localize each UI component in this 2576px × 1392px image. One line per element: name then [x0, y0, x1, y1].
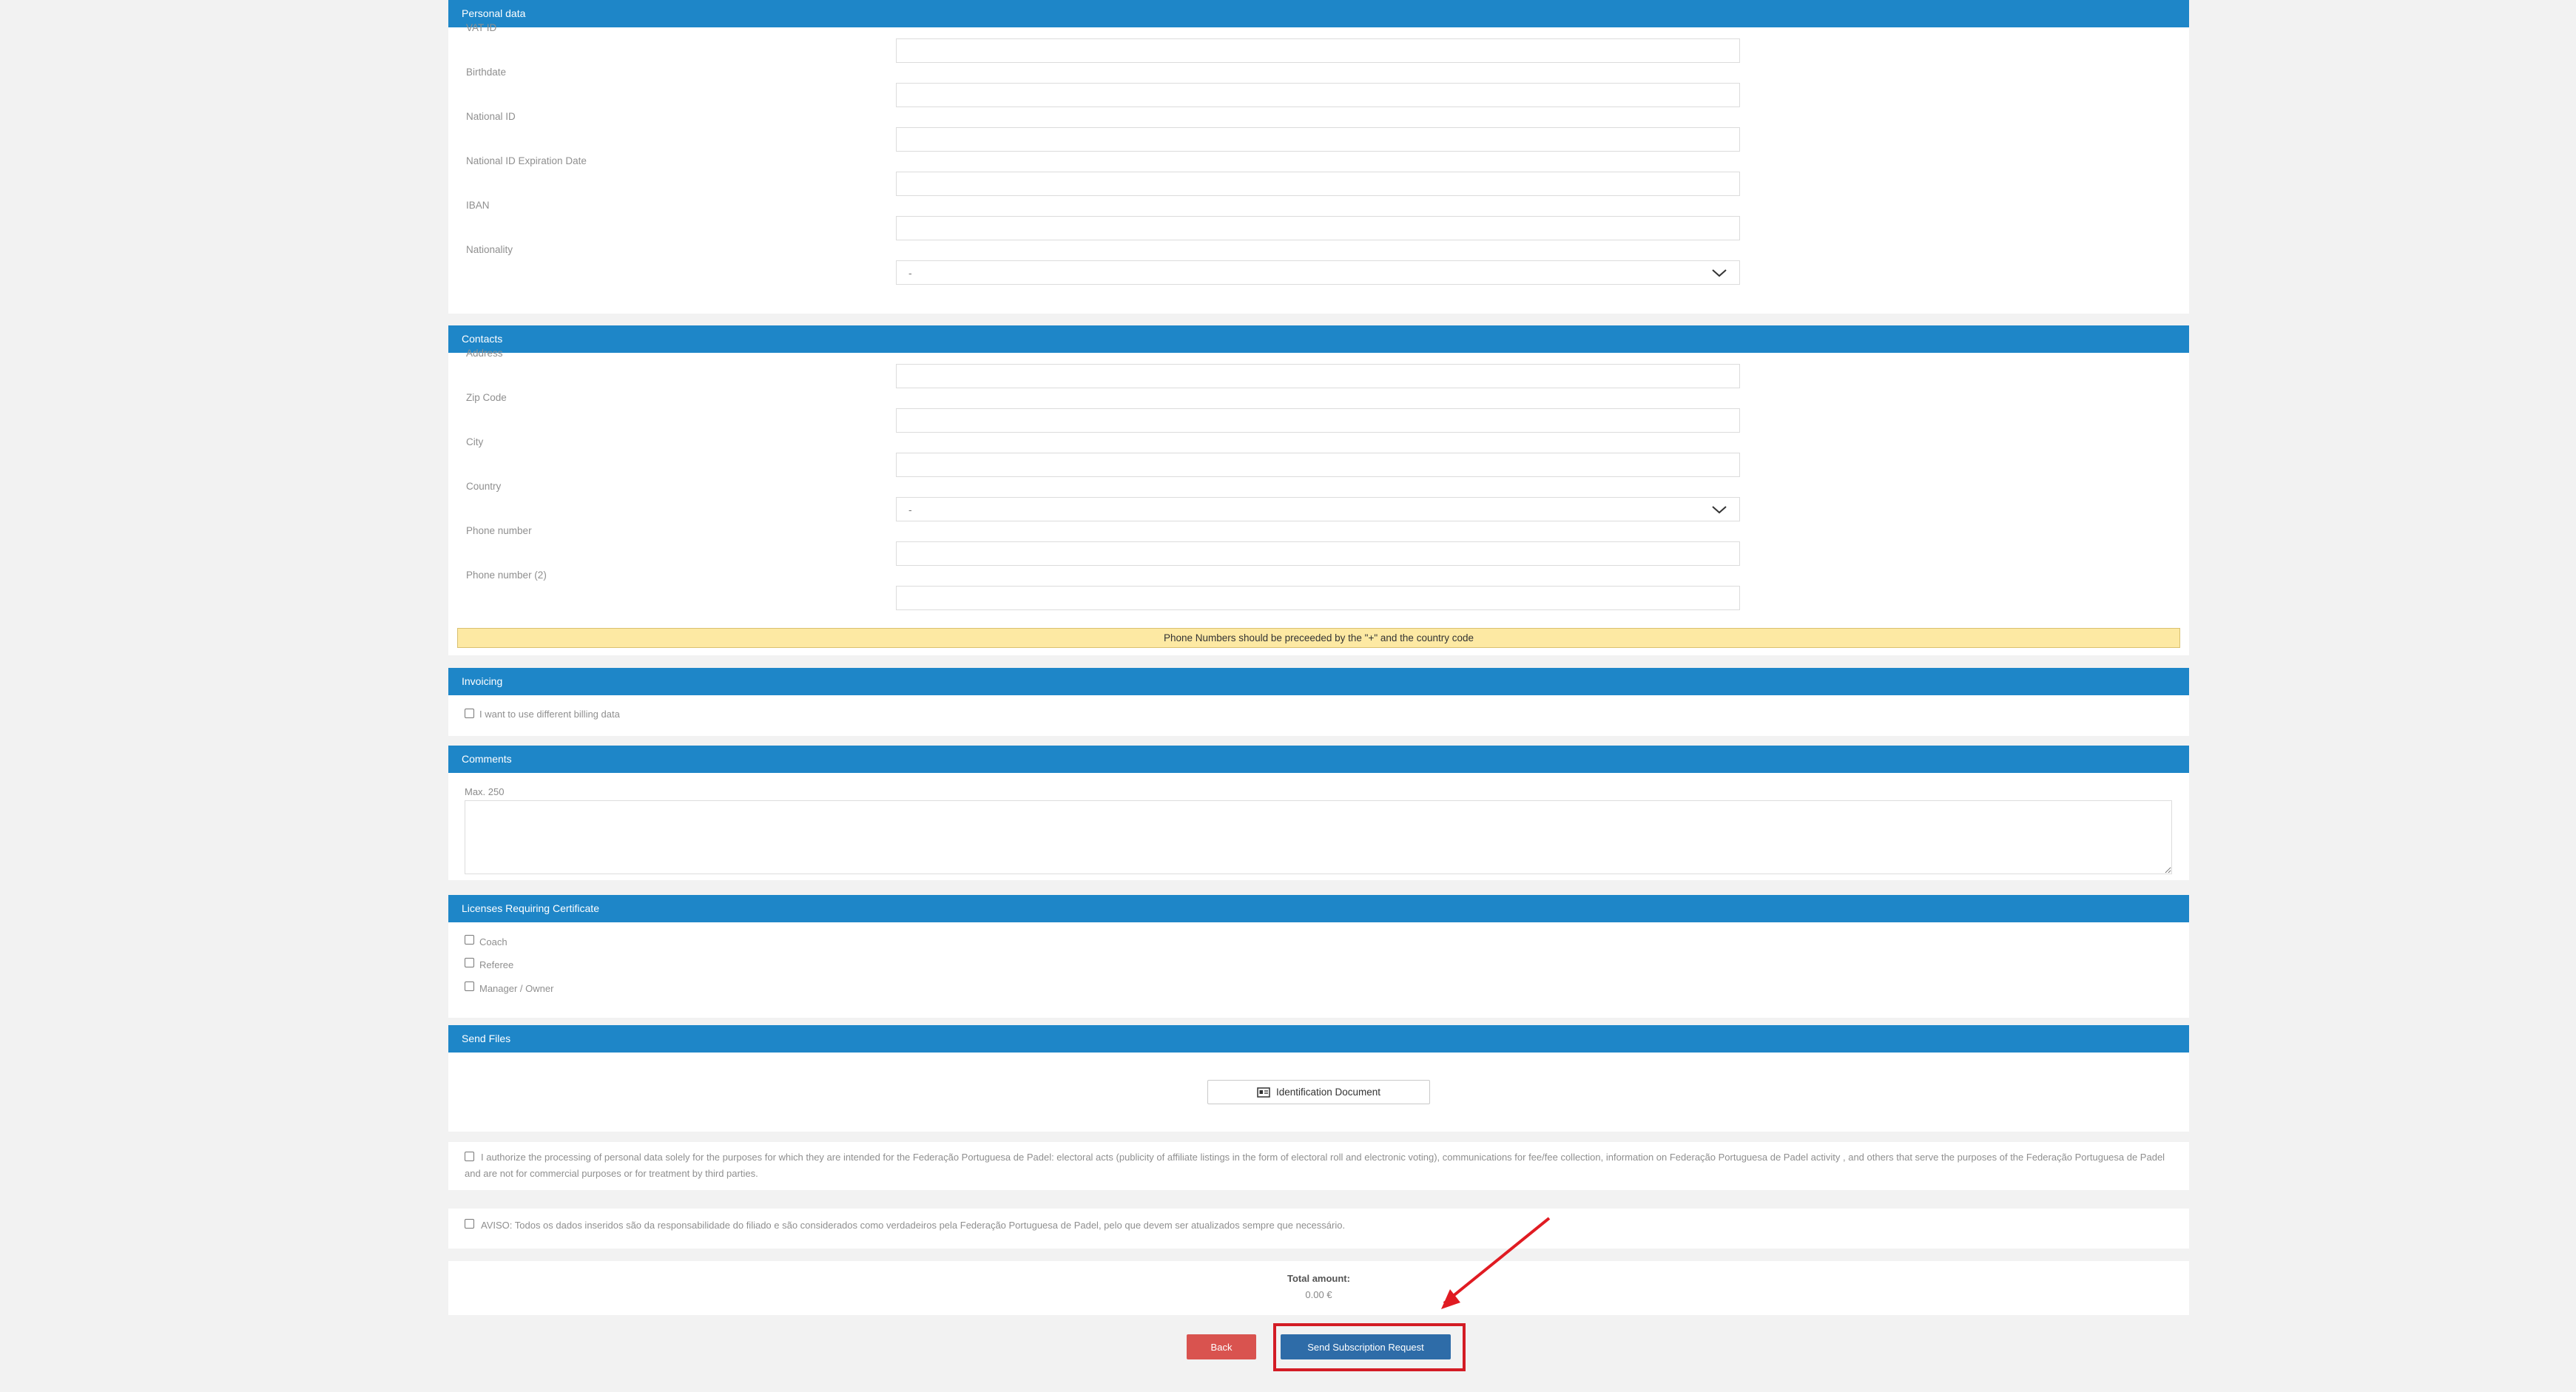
- address-row: Address: [448, 348, 2189, 392]
- phone2-row: Phone number (2): [448, 570, 2189, 614]
- personal-data-panel: Personal data VAT ID Birthdate National …: [448, 0, 2189, 314]
- birthdate-input[interactable]: [896, 83, 1740, 107]
- authorize-consent-text: I authorize the processing of personal d…: [465, 1152, 2165, 1179]
- zip-code-input[interactable]: [896, 408, 1740, 433]
- birthdate-label: Birthdate: [466, 67, 507, 78]
- phone-input[interactable]: [896, 541, 1740, 566]
- nationality-select[interactable]: -: [896, 260, 1740, 285]
- aviso-text: AVISO: Todos os dados inseridos são da r…: [481, 1220, 1346, 1231]
- send-files-header: Send Files: [448, 1025, 2189, 1053]
- license-manager-label: Manager / Owner: [479, 983, 554, 994]
- different-billing-label: I want to use different billing data: [479, 709, 620, 720]
- license-manager-checkbox[interactable]: [465, 982, 474, 991]
- back-button[interactable]: Back: [1187, 1334, 1256, 1359]
- id-card-icon: [1257, 1087, 1270, 1098]
- phone2-input[interactable]: [896, 586, 1740, 610]
- licenses-panel: Licenses Requiring Certificate Coach Ref…: [448, 895, 2189, 1018]
- comments-panel: Comments Max. 250: [448, 746, 2189, 880]
- nationality-row: Nationality -: [448, 244, 2189, 288]
- iban-row: IBAN: [448, 200, 2189, 244]
- send-subscription-request-button[interactable]: Send Subscription Request: [1281, 1334, 1451, 1359]
- invoicing-header: Invoicing: [448, 668, 2189, 695]
- license-coach-label: Coach: [479, 936, 508, 947]
- vat-id-input[interactable]: [896, 38, 1740, 63]
- identification-document-label: Identification Document: [1275, 1087, 1381, 1098]
- national-id-expiration-input[interactable]: [896, 172, 1740, 196]
- nationality-selected-value: -: [908, 266, 912, 279]
- license-referee-label: Referee: [479, 959, 514, 970]
- total-panel: Total amount: 0.00 €: [448, 1261, 2189, 1315]
- address-input[interactable]: [896, 364, 1740, 388]
- city-input[interactable]: [896, 453, 1740, 477]
- country-row: Country -: [448, 481, 2189, 525]
- total-value: 0.00 €: [1305, 1289, 1332, 1300]
- vat-id-label: VAT ID: [466, 22, 497, 33]
- license-coach-checkbox[interactable]: [465, 935, 474, 945]
- comments-textarea[interactable]: [465, 800, 2172, 874]
- annotation-arrow-icon: [1441, 1217, 1551, 1309]
- total-label: Total amount:: [1287, 1273, 1350, 1284]
- send-files-panel: Send Files Identification Document: [448, 1025, 2189, 1132]
- chevron-down-icon: [1712, 268, 1727, 277]
- national-id-expiration-row: National ID Expiration Date: [448, 155, 2189, 200]
- zip-code-label: Zip Code: [466, 392, 507, 403]
- iban-input[interactable]: [896, 216, 1740, 240]
- aviso-panel: AVISO: Todos os dados inseridos são da r…: [448, 1209, 2189, 1249]
- different-billing-checkbox[interactable]: [465, 709, 474, 718]
- country-label: Country: [466, 481, 502, 492]
- national-id-label: National ID: [466, 111, 516, 122]
- address-label: Address: [466, 348, 503, 359]
- contacts-panel: Contacts Address Zip Code City Country -…: [448, 325, 2189, 655]
- phone-format-notice: Phone Numbers should be preceeded by the…: [457, 628, 2180, 648]
- city-row: City: [448, 436, 2189, 481]
- zip-code-row: Zip Code: [448, 392, 2189, 436]
- authorize-consent-panel: I authorize the processing of personal d…: [448, 1142, 2189, 1190]
- comments-header: Comments: [448, 746, 2189, 773]
- nationality-label: Nationality: [466, 244, 513, 255]
- comments-max-label: Max. 250: [465, 786, 505, 797]
- phone2-label: Phone number (2): [466, 570, 547, 581]
- chevron-down-icon: [1712, 505, 1727, 513]
- national-id-expiration-label: National ID Expiration Date: [466, 155, 587, 166]
- aviso-checkbox[interactable]: [465, 1219, 474, 1229]
- city-label: City: [466, 436, 484, 447]
- birthdate-row: Birthdate: [448, 67, 2189, 111]
- iban-label: IBAN: [466, 200, 490, 211]
- national-id-input[interactable]: [896, 127, 1740, 152]
- country-selected-value: -: [908, 503, 912, 516]
- licenses-header: Licenses Requiring Certificate: [448, 895, 2189, 922]
- country-select[interactable]: -: [896, 497, 1740, 521]
- phone-row: Phone number: [448, 525, 2189, 570]
- invoicing-panel: Invoicing I want to use different billin…: [448, 668, 2189, 736]
- identification-document-button[interactable]: Identification Document: [1207, 1080, 1430, 1104]
- phone-label: Phone number: [466, 525, 532, 536]
- license-referee-checkbox[interactable]: [465, 958, 474, 967]
- national-id-row: National ID: [448, 111, 2189, 155]
- vat-id-row: VAT ID: [448, 22, 2189, 67]
